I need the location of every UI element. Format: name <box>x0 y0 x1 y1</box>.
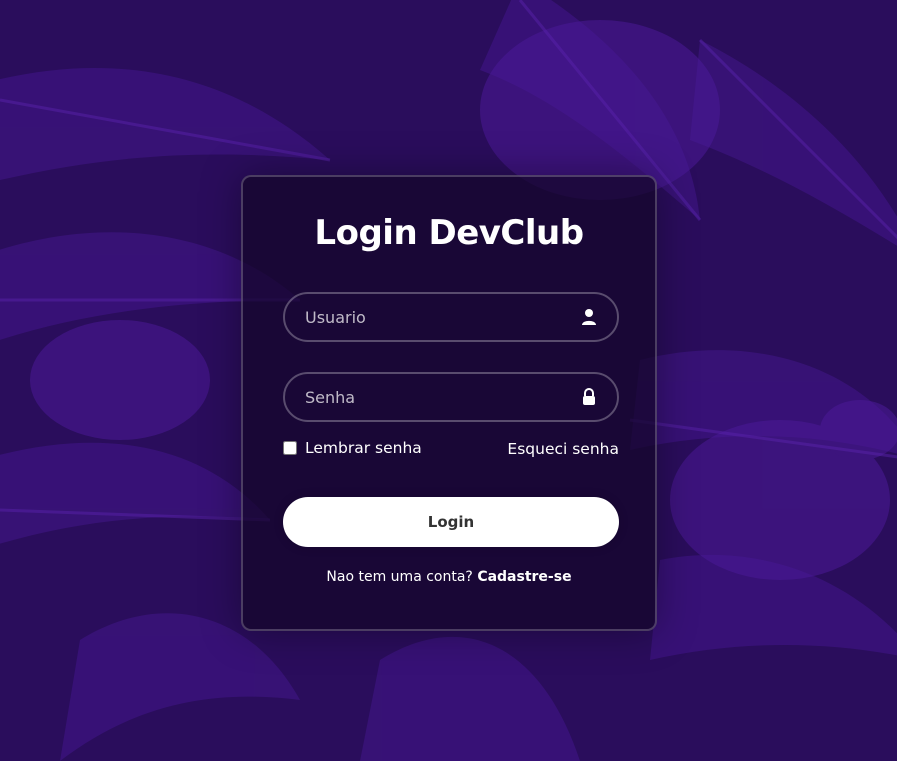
register-prompt: Nao tem uma conta? <box>326 569 473 585</box>
remember-password-text: Lembrar senha <box>305 439 422 457</box>
lock-icon <box>583 388 595 405</box>
password-input[interactable] <box>285 374 617 420</box>
username-input[interactable] <box>285 294 617 340</box>
remember-forgot-row: Lembrar senha Esqueci senha <box>283 439 619 461</box>
login-button[interactable]: Login <box>283 497 619 547</box>
forgot-password-link[interactable]: Esqueci senha <box>507 440 619 458</box>
password-field-wrapper <box>283 372 619 422</box>
remember-password-label[interactable]: Lembrar senha <box>283 439 422 457</box>
user-icon <box>582 309 596 325</box>
username-field-wrapper <box>283 292 619 342</box>
page-title: Login DevClub <box>314 213 584 253</box>
remember-password-checkbox[interactable] <box>283 441 297 455</box>
register-row: Nao tem uma conta? Cadastre-se <box>243 569 655 585</box>
login-card: Login DevClub Lembrar senha Esqueci senh… <box>241 175 657 631</box>
register-link[interactable]: Cadastre-se <box>477 569 571 585</box>
